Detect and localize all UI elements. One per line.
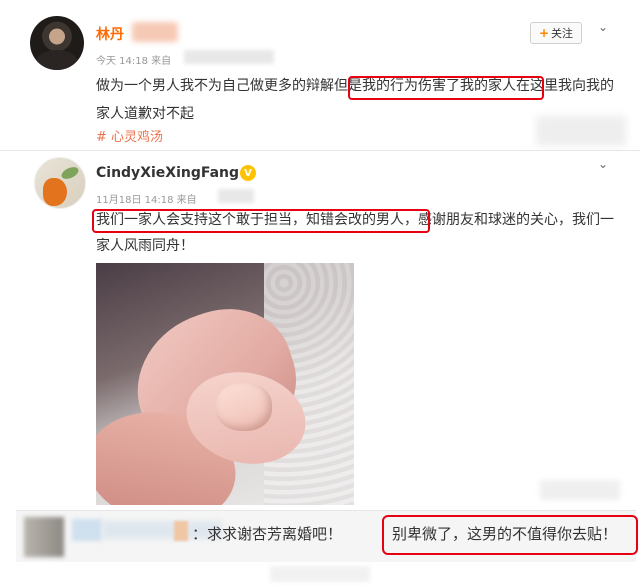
post-text-part: 做为一个男人我不为自己做更多的辩解: [96, 78, 334, 94]
plus-icon: +: [538, 26, 550, 40]
follow-label: 关注: [551, 27, 574, 40]
redacted-source: [184, 50, 274, 64]
comment-item: ：求求谢杏芳离婚吧！ 别卑微了，这男的不值得你去贴！: [16, 510, 638, 562]
redacted-emoji: [174, 521, 188, 541]
post-timestamp: 11月18日 14:18 来自: [96, 195, 197, 206]
comment-text: ：求求谢杏芳离婚吧！: [192, 525, 343, 543]
highlight-box: [92, 209, 430, 233]
chevron-down-icon[interactable]: ⌄: [598, 157, 608, 171]
post-author-name[interactable]: CindyXieXingFang: [96, 165, 239, 181]
redacted-username: [72, 519, 102, 541]
redacted-watermark: [536, 116, 626, 146]
redacted-avatar: [24, 517, 64, 557]
weibo-post-2: ⌄ CindyXieXingFang V 11月18日 14:18 来自 我们一…: [0, 150, 640, 510]
redacted-source: [218, 189, 254, 203]
post-author-name[interactable]: 林丹: [96, 24, 124, 44]
highlight-box: [382, 515, 638, 555]
avatar[interactable]: [30, 16, 84, 70]
hashtag-link[interactable]: # 心灵鸡汤: [96, 126, 163, 145]
chevron-down-icon[interactable]: ⌄: [598, 20, 608, 34]
weibo-post-1: 林丹 + 关注 今天 14:18 来自 做为一个男人我不为自己做更多的辩解但是我…: [0, 0, 640, 150]
post-photo[interactable]: [96, 263, 354, 505]
follow-button[interactable]: + 关注: [530, 22, 582, 44]
post-timestamp: 今天 14:18 来自: [96, 56, 172, 67]
avatar[interactable]: [34, 157, 86, 209]
redacted-watermark: [270, 566, 370, 582]
verified-badge-icon: V: [240, 165, 256, 181]
redacted-watermark: [540, 480, 620, 500]
highlight-box: [348, 76, 544, 100]
redacted-badge: [132, 22, 178, 42]
